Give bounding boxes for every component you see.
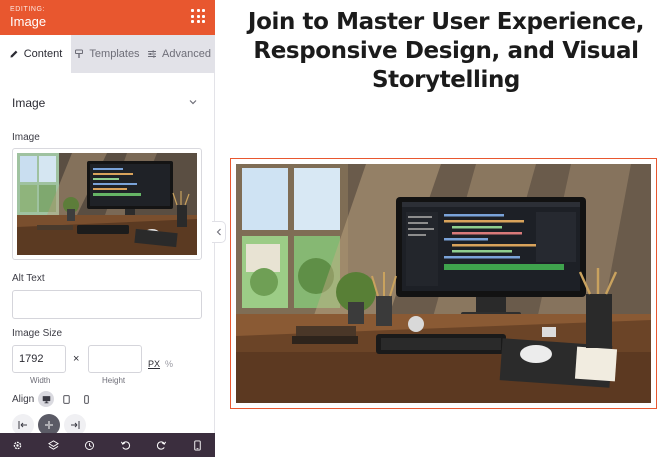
undo-icon[interactable]	[120, 440, 131, 451]
pencil-icon	[10, 50, 18, 58]
mobile-device-button[interactable]	[78, 391, 94, 407]
tab-templates-label: Templates	[89, 48, 140, 60]
image-label: Image	[12, 132, 40, 143]
panel-header: EDITING: Image	[0, 0, 215, 35]
settings-icon[interactable]	[12, 440, 23, 451]
align-label: Align	[12, 394, 35, 405]
editing-label: EDITING:	[10, 6, 46, 13]
panel-title: Image	[10, 14, 47, 29]
chevron-down-icon[interactable]	[188, 97, 198, 107]
align-center-icon	[45, 421, 53, 429]
tab-content-label: Content	[23, 48, 63, 60]
page-builder: EDITING: Image Content Templates Advance…	[0, 0, 662, 457]
alt-text-input[interactable]	[12, 290, 202, 319]
settings-panel: EDITING: Image Content Templates Advance…	[0, 0, 215, 457]
panel-collapse-handle[interactable]	[212, 221, 226, 243]
layers-icon[interactable]	[48, 439, 60, 451]
tab-content[interactable]: Content	[0, 35, 71, 73]
chevron-left-icon	[216, 228, 221, 236]
height-input[interactable]	[88, 345, 142, 373]
width-sublabel: Width	[30, 376, 51, 385]
panel-tabs: Content Templates Advanced	[0, 35, 215, 73]
page-headline: Join to Master User Experience, Responsi…	[247, 9, 645, 93]
mobile-icon	[83, 394, 89, 404]
height-sublabel: Height	[102, 376, 126, 385]
desktop-device-button[interactable]	[38, 391, 54, 407]
tab-advanced-label: Advanced	[162, 48, 211, 60]
align-left-icon	[18, 421, 27, 429]
image-size-label: Image Size	[12, 328, 63, 339]
selected-image-module[interactable]	[230, 158, 657, 409]
desktop-icon	[42, 395, 50, 403]
tablet-icon	[62, 394, 70, 404]
hero-image	[236, 164, 651, 403]
brush-icon	[75, 49, 84, 58]
times-symbol: ×	[73, 353, 80, 365]
image-thumbnail-preview	[17, 153, 197, 255]
width-input[interactable]: 1792	[12, 345, 66, 373]
history-icon[interactable]	[84, 440, 95, 451]
unit-percent-toggle[interactable]: %	[165, 359, 173, 369]
tab-templates[interactable]: Templates	[71, 35, 143, 73]
sliders-icon	[148, 50, 157, 58]
redo-icon[interactable]	[156, 440, 167, 451]
image-thumbnail[interactable]	[12, 148, 202, 260]
bottom-toolbar	[0, 433, 215, 457]
alt-text-label: Alt Text	[12, 273, 45, 284]
responsive-preview-icon[interactable]	[192, 439, 203, 451]
tab-advanced[interactable]: Advanced	[143, 35, 215, 73]
grid-dots-icon[interactable]	[191, 9, 205, 23]
section-title[interactable]: Image	[12, 96, 45, 110]
tablet-device-button[interactable]	[58, 391, 74, 407]
align-right-icon	[71, 421, 80, 429]
unit-px-toggle[interactable]: PX	[148, 359, 160, 369]
